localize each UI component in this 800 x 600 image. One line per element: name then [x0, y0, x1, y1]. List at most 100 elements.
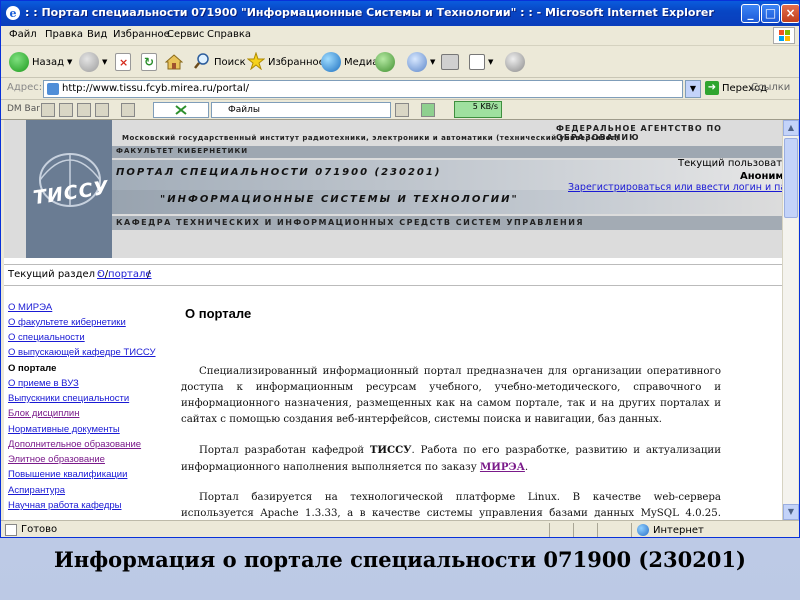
- back-button[interactable]: Назад ▼: [9, 50, 72, 74]
- sidebar-item-normative-docs[interactable]: Нормативные документы: [8, 424, 120, 435]
- breadcrumb-separator: /: [147, 269, 151, 280]
- address-input[interactable]: http://www.tissu.fcyb.mirea.ru/portal/: [43, 80, 683, 98]
- address-bar: Адрес: http://www.tissu.fcyb.mirea.ru/po…: [1, 78, 799, 100]
- sidebar-item-department[interactable]: О выпускающей кафедре ТИССУ: [8, 347, 156, 358]
- favorites-star-icon: [246, 50, 266, 73]
- search-button[interactable]: Поиск: [193, 50, 246, 74]
- page-viewport[interactable]: ТИССУ ФЕДЕРАЛЬНОЕ АГЕНТСТВО ПО ОБРАЗОВАН…: [4, 120, 782, 520]
- sidebar-item-postgraduate[interactable]: Аспирантура: [8, 485, 65, 496]
- history-button[interactable]: [375, 50, 395, 74]
- sidebar-item-specialty[interactable]: О специальности: [8, 332, 85, 343]
- article-paragraph-2: Портал разработан кафедрой ТИССУ. Работа…: [181, 442, 721, 476]
- dm-files-select[interactable]: Файлы: [211, 102, 391, 118]
- paragraph-2-text-start: Портал разработан кафедрой: [199, 445, 365, 456]
- header-institute: Московский государственный институт ради…: [122, 134, 620, 142]
- sidebar-item-elite-education[interactable]: Элитное образование: [8, 454, 105, 465]
- breadcrumb-label: Текущий раздел : /: [8, 269, 109, 280]
- home-button[interactable]: [164, 50, 184, 74]
- tissu-brand: ТИССУ: [369, 444, 412, 456]
- refresh-button[interactable]: ↻: [141, 50, 157, 74]
- sidebar-item-research[interactable]: Научная работа кафедры: [8, 500, 122, 511]
- toolbar: Назад ▼ ▼ × ↻ Поиск Избранное Медиа ▼ ▼: [1, 46, 799, 78]
- dm-bar-label: DM Bar: [7, 104, 40, 114]
- sidebar-item-admission[interactable]: О приеме в ВУЗ: [8, 378, 79, 389]
- status-divider: [573, 523, 574, 537]
- menu-file[interactable]: Файл: [9, 29, 37, 40]
- menu-help[interactable]: Справка: [207, 29, 251, 40]
- svg-text:e: e: [10, 7, 17, 20]
- status-divider: [631, 523, 632, 537]
- paragraph-3-text: Портал базируется на технологической пла…: [181, 492, 721, 519]
- sidebar-item-additional-education[interactable]: Дополнительное образование: [8, 439, 141, 450]
- breadcrumb-link-about-portal[interactable]: О портале: [97, 269, 152, 280]
- forward-button[interactable]: ▼: [79, 50, 107, 74]
- paragraph-1-text: Специализированный информационный портал…: [181, 366, 721, 425]
- dm-speed-indicator: 5 KB/s: [454, 101, 502, 118]
- edit-button[interactable]: ▼: [469, 50, 493, 74]
- menu-bar: Файл Правка Вид Избранное Сервис Справка: [1, 26, 799, 46]
- printer-icon: [441, 54, 459, 70]
- forward-dropdown-icon[interactable]: ▼: [102, 58, 107, 66]
- scroll-down-icon[interactable]: ▼: [783, 504, 799, 520]
- vertical-scrollbar[interactable]: ▲ ▼: [782, 120, 799, 520]
- back-dropdown-icon[interactable]: ▼: [67, 58, 72, 66]
- scroll-up-icon[interactable]: ▲: [783, 120, 799, 136]
- mail-button[interactable]: ▼: [407, 50, 435, 74]
- maximize-button[interactable]: □: [761, 4, 780, 23]
- dm-options-icon[interactable]: [121, 103, 135, 117]
- refresh-icon: ↻: [141, 53, 157, 71]
- menu-view[interactable]: Вид: [87, 29, 107, 40]
- dm-bar: DM Bar Файлы 5 KB/s: [1, 100, 799, 120]
- ie-logo-icon: e: [5, 5, 21, 21]
- sidebar-item-graduates[interactable]: Выпускники специальности: [8, 393, 129, 404]
- edit-page-icon: [469, 54, 485, 70]
- mirea-link[interactable]: МИРЭА: [480, 461, 525, 473]
- article-paragraph-3: Портал базируется на технологической пла…: [181, 490, 721, 520]
- dm-add-icon[interactable]: [41, 103, 55, 117]
- title-bar[interactable]: e : : Портал специальности 071900 "Инфор…: [1, 1, 799, 26]
- address-dropdown-icon[interactable]: ▼: [685, 80, 701, 98]
- window-title: : : Портал специальности 071900 "Информа…: [25, 6, 714, 19]
- print-button[interactable]: [441, 50, 459, 74]
- edit-dropdown-icon[interactable]: ▼: [488, 58, 493, 66]
- dm-speed-value: 5 KB/s: [472, 102, 498, 111]
- menu-tools[interactable]: Сервис: [167, 29, 204, 40]
- mail-dropdown-icon[interactable]: ▼: [430, 58, 435, 66]
- sidebar-item-faculty[interactable]: О факультете кибернетики: [8, 317, 126, 328]
- minimize-button[interactable]: _: [741, 4, 760, 23]
- mail-icon: [407, 52, 427, 72]
- back-label: Назад: [32, 56, 65, 68]
- sidebar-item-about-portal[interactable]: О портале: [8, 363, 56, 374]
- menu-favorites[interactable]: Избранное: [113, 29, 170, 40]
- scroll-thumb[interactable]: [784, 138, 798, 218]
- sidebar-item-mirea[interactable]: О МИРЭА: [8, 302, 52, 313]
- dm-folder-icon[interactable]: [59, 103, 73, 117]
- register-login-link[interactable]: Зарегистрироваться или ввести логин и па…: [568, 182, 782, 193]
- menu-edit[interactable]: Правка: [45, 29, 83, 40]
- internet-globe-icon: [637, 524, 649, 536]
- favorites-label: Избранное: [268, 56, 325, 68]
- close-button[interactable]: ×: [781, 4, 799, 23]
- header-portal-title: ПОРТАЛ СПЕЦИАЛЬНОСТИ 071900 (230201): [116, 167, 442, 178]
- sidebar-item-qualification[interactable]: Повышение квалификации: [8, 469, 127, 480]
- history-icon: [375, 52, 395, 72]
- browser-window: e : : Портал специальности 071900 "Инфор…: [0, 0, 800, 538]
- home-icon: [164, 53, 184, 71]
- dm-list-icon[interactable]: [77, 103, 91, 117]
- dm-download-slot[interactable]: [153, 102, 209, 118]
- search-label: Поиск: [214, 56, 246, 68]
- breadcrumb: Текущий раздел : / О портале /: [4, 264, 782, 286]
- dm-save-icon[interactable]: [95, 103, 109, 117]
- favorites-button[interactable]: Избранное: [246, 50, 325, 74]
- links-label[interactable]: Ссылки: [751, 82, 790, 93]
- sidebar-item-disciplines[interactable]: Блок дисциплин: [8, 408, 79, 419]
- messenger-button[interactable]: [505, 50, 525, 74]
- slide-caption: Информация о портале специальности 07190…: [54, 547, 746, 572]
- header-faculty: ФАКУЛЬТЕТ КИБЕРНЕТИКИ: [116, 147, 249, 155]
- media-button[interactable]: Медиа: [321, 50, 378, 74]
- status-text: Готово: [21, 524, 58, 535]
- dm-search-icon[interactable]: [395, 103, 409, 117]
- forward-arrow-icon: [79, 52, 99, 72]
- stop-button[interactable]: ×: [115, 50, 131, 74]
- dm-download-arrow-icon[interactable]: [421, 103, 435, 117]
